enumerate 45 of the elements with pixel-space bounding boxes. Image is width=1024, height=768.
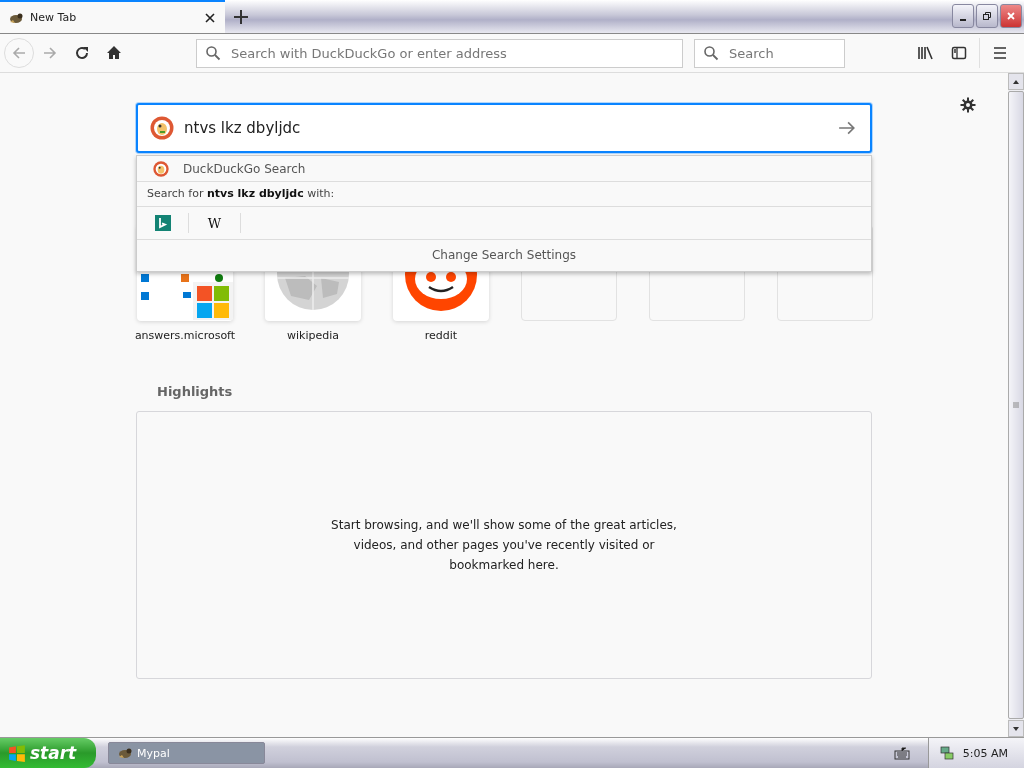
address-input[interactable]: Search with DuckDuckGo or enter address <box>229 44 674 62</box>
search-icon <box>703 45 719 61</box>
menu-icon[interactable] <box>992 45 1008 61</box>
empty-state-message: Start browsing, and we'll show some of the great articles, videos, and other pages you've recently visited or bookmarked here. <box>330 517 678 574</box>
search-for-label: Search for ntvs lkz dbyljdc with: <box>137 182 871 207</box>
grip-icon <box>1012 401 1020 409</box>
network-icon[interactable] <box>938 745 955 761</box>
duck-icon <box>153 160 169 177</box>
minimize-icon <box>960 19 966 21</box>
clock: 5:05 AM <box>962 746 1008 760</box>
minimize-button[interactable] <box>952 4 974 28</box>
change-search-settings-button[interactable]: Change Search Settings <box>137 240 871 271</box>
site-label[interactable]: wikipedia <box>287 329 339 342</box>
keyboard-icon[interactable] <box>893 746 910 760</box>
tab-title: New Tab <box>30 11 78 24</box>
settings-icon[interactable] <box>960 97 976 113</box>
web-search-bar[interactable]: ntvs lkz dbyljdc <box>136 103 872 153</box>
library-icon[interactable] <box>917 45 935 61</box>
scrollbar[interactable] <box>1008 73 1024 737</box>
arrow-left-icon <box>11 45 27 61</box>
restore-button[interactable] <box>976 4 998 28</box>
reload-icon[interactable] <box>74 45 90 61</box>
site-label[interactable]: reddit <box>424 329 458 342</box>
wikipedia-button[interactable]: W <box>189 213 241 233</box>
close-tab-icon[interactable] <box>203 10 217 25</box>
restore-icon <box>982 11 992 21</box>
section-heading: Highlights <box>157 384 234 399</box>
close-icon <box>1006 11 1016 21</box>
search-icon <box>205 45 221 61</box>
close-window-button[interactable] <box>1000 4 1022 28</box>
bing-logo-icon <box>154 215 171 231</box>
search-input[interactable]: Search <box>727 44 836 62</box>
site-label[interactable]: answers.microsoft <box>134 329 236 342</box>
search-suggestion[interactable]: DuckDuckGo Search <box>137 156 871 182</box>
windows-flag-icon <box>8 744 26 762</box>
search-query-input[interactable]: ntvs lkz dbyljdc <box>182 118 830 138</box>
browser-tab[interactable]: New Tab <box>0 0 225 33</box>
home-icon[interactable] <box>106 45 122 61</box>
duck-icon <box>150 116 174 140</box>
sidebar-icon[interactable] <box>951 45 967 61</box>
search-bar[interactable]: Search <box>694 38 845 68</box>
address-bar[interactable]: Search with DuckDuckGo or enter address <box>196 38 683 68</box>
new-tab-icon[interactable] <box>233 8 249 25</box>
scroll-down-icon[interactable] <box>1012 724 1020 733</box>
arrow-right-icon[interactable] <box>838 119 856 137</box>
